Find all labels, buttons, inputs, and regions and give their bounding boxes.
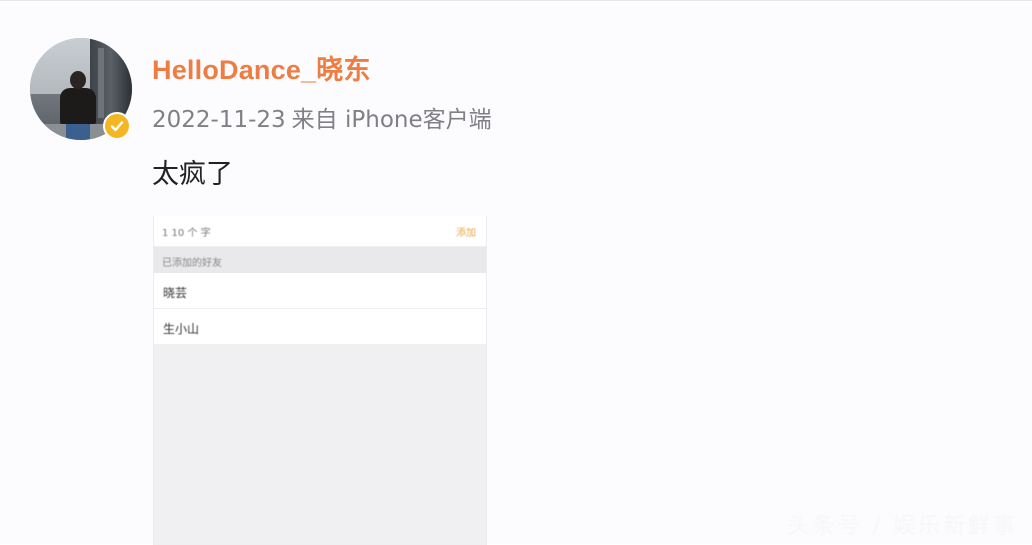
shot-list-item: 生小山 <box>154 309 486 345</box>
username-link[interactable]: HelloDance_晓东 <box>152 48 371 87</box>
checkmark-icon <box>110 121 124 132</box>
avatar-person-head <box>70 71 86 89</box>
weibo-post: HelloDance_晓东 2022-11-23 来自 iPhone客户端 太疯了… <box>0 0 1032 545</box>
shot-action-text: 添加 <box>456 228 476 239</box>
avatar-person-body <box>60 88 96 124</box>
post-meta: 2022-11-23 来自 iPhone客户端 <box>152 100 498 134</box>
shot-header-bar: 1 10 个 字 添加 <box>154 216 486 247</box>
shot-section-label: 已添加的好友 <box>162 258 222 269</box>
shot-list-item-label: 生小山 <box>163 322 200 336</box>
post-source: 来自 iPhone客户端 <box>291 107 492 133</box>
post-date[interactable]: 2022-11-23 <box>152 107 286 133</box>
post-text: 太疯了 <box>152 159 233 190</box>
avatar-person-legs <box>66 122 90 140</box>
shot-list-item: 晓芸 <box>154 273 486 309</box>
shot-list-item-label: 晓芸 <box>163 286 188 300</box>
shot-section-header: 已添加的好友 <box>154 247 486 273</box>
verified-badge-icon <box>103 112 131 140</box>
shot-list: 晓芸 生小山 <box>154 273 486 345</box>
watermark-text: 头条号 / 娱乐新鲜事 <box>787 514 1018 539</box>
post-image[interactable]: 1 10 个 字 添加 已添加的好友 晓芸 生小山 <box>153 216 487 545</box>
shot-count-text: 1 10 个 字 <box>162 228 211 239</box>
